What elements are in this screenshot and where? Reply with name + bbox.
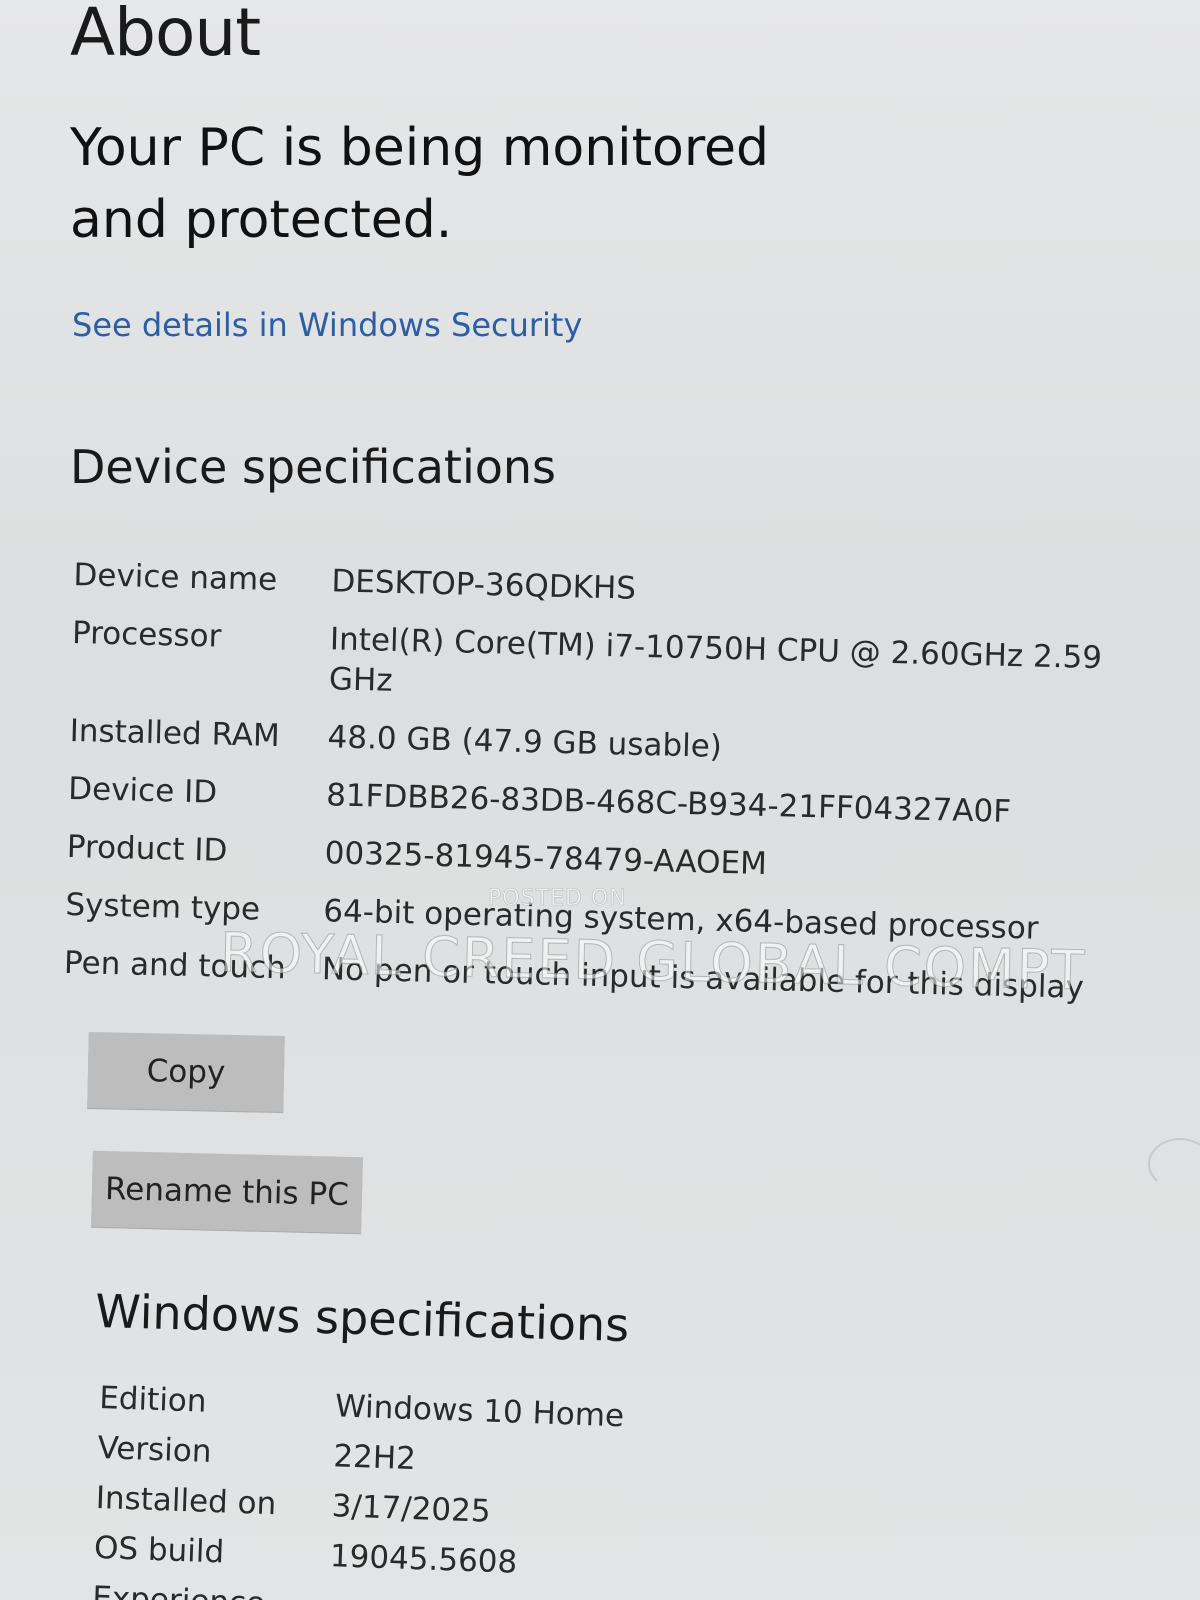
spec-label: Installed on (95, 1479, 277, 1523)
spec-label: Pen and touch (63, 944, 287, 987)
spec-row-pen-and-touch: Pen and touch No pen or touch input is a… (64, 943, 1125, 1009)
spec-value: 64-bit operating system, x64-based proce… (322, 893, 1039, 947)
spec-label: OS build (93, 1529, 225, 1571)
spec-value: 48.0 GB (47.9 GB usable) (327, 719, 723, 765)
spec-label: Version (96, 1429, 213, 1470)
spec-value: 81FDBB26-83DB-468C-B934-21FF04327A0F (325, 777, 1012, 830)
spec-label: Installed RAM (69, 712, 281, 755)
spec-row-system-type: System type 64-bit operating system, x64… (65, 885, 1126, 951)
spec-row-processor: Processor Intel(R) Core(TM) i7-10750H CP… (71, 613, 1133, 719)
spec-value: DESKTOP-36QDKHS (330, 563, 637, 607)
spec-row-device-name: Device name DESKTOP-36QDKHS (73, 555, 1134, 621)
spec-label: Device ID (67, 770, 218, 811)
rename-pc-button[interactable]: Rename this PC (91, 1150, 363, 1234)
spec-label: Product ID (66, 828, 228, 869)
mouse-cursor-icon (1148, 1138, 1200, 1190)
protection-status-text: Your PC is being monitored and protected… (70, 118, 770, 250)
spec-value: Intel(R) Core(TM) i7-10750H CPU @ 2.60GH… (328, 621, 1103, 699)
copy-button[interactable]: Copy (87, 1031, 285, 1113)
settings-about-page: About Your PC is being monitored and pro… (0, 0, 1200, 1600)
spec-label: Device name (73, 556, 278, 598)
spec-label: Experience (92, 1578, 329, 1600)
spec-value: No pen or touch input is available for t… (321, 951, 1085, 1006)
device-specifications-heading: Device specifications (70, 440, 557, 494)
spec-label: Processor (71, 614, 222, 655)
windows-specifications-table: Edition Windows 10 Home Version 22H2 Ins… (91, 1378, 999, 1600)
windows-security-link[interactable]: See details in Windows Security (72, 306, 582, 344)
spec-row-product-id: Product ID 00325-81945-78479-AAOEM (66, 827, 1127, 893)
spec-row-installed-ram: Installed RAM 48.0 GB (47.9 GB usable) (69, 711, 1130, 777)
page-title: About (70, 0, 261, 71)
spec-label: Edition (98, 1379, 208, 1420)
spec-label: System type (65, 886, 261, 928)
spec-value: 00325-81945-78479-AAOEM (324, 835, 768, 883)
device-specifications-table: Device name DESKTOP-36QDKHS Processor In… (63, 555, 1134, 1027)
spec-row-device-id: Device ID 81FDBB26-83DB-468C-B934-21FF04… (68, 769, 1129, 835)
windows-specifications-heading: Windows specifications (94, 1284, 630, 1352)
